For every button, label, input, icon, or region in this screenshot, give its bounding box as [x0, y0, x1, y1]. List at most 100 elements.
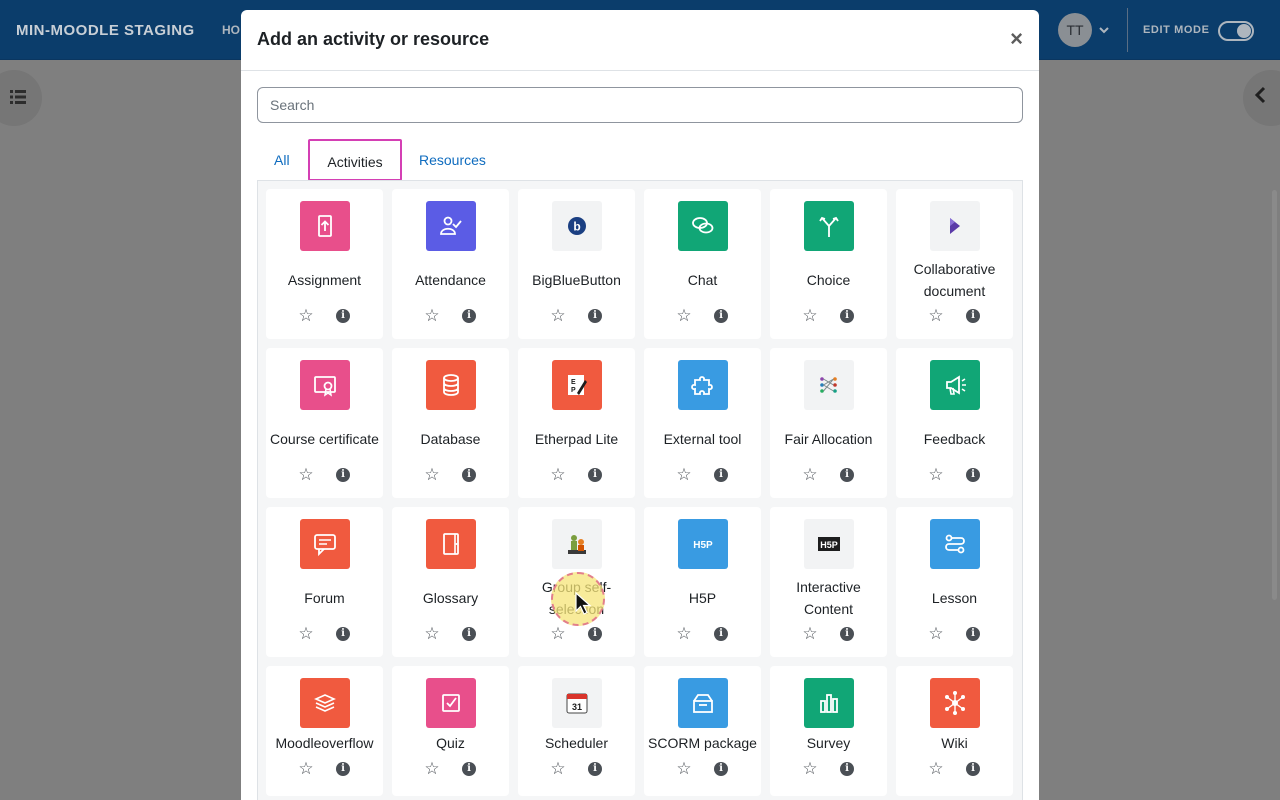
info-icon[interactable]: i — [714, 762, 728, 776]
close-icon[interactable]: × — [1010, 28, 1023, 50]
course-index-drawer-button[interactable] — [0, 70, 42, 126]
star-icon[interactable]: ☆ — [549, 625, 567, 643]
activity-card[interactable]: Forum ☆ i — [266, 507, 383, 657]
activity-card[interactable]: b BigBlueButton ☆ i — [518, 189, 635, 339]
activity-card[interactable]: External tool ☆ i — [644, 348, 761, 498]
activity-card[interactable]: Attendance ☆ i — [392, 189, 509, 339]
star-icon[interactable]: ☆ — [801, 466, 819, 484]
star-icon[interactable]: ☆ — [801, 625, 819, 643]
info-icon[interactable]: i — [588, 627, 602, 641]
activity-card[interactable]: Fair Allocation ☆ i — [770, 348, 887, 498]
info-icon[interactable]: i — [966, 309, 980, 323]
info-icon[interactable]: i — [840, 468, 854, 482]
activity-card[interactable]: Database ☆ i — [392, 348, 509, 498]
chevron-left-icon — [1253, 84, 1267, 110]
h5p-dark-icon: H5P — [804, 519, 854, 569]
activity-card[interactable]: Feedback ☆ i — [896, 348, 1013, 498]
star-icon[interactable]: ☆ — [297, 625, 315, 643]
activity-label: Chat — [687, 272, 718, 288]
info-icon[interactable]: i — [462, 309, 476, 323]
star-icon[interactable]: ☆ — [675, 760, 693, 778]
tab-all[interactable]: All — [274, 139, 290, 181]
info-icon[interactable]: i — [336, 627, 350, 641]
activity-card[interactable]: SCORM package ☆ i — [644, 666, 761, 796]
activity-card[interactable]: 31 Scheduler ☆ i — [518, 666, 635, 796]
activity-label: Collaborative document — [913, 261, 996, 299]
star-icon[interactable]: ☆ — [549, 466, 567, 484]
star-icon[interactable]: ☆ — [423, 307, 441, 325]
star-icon[interactable]: ☆ — [549, 307, 567, 325]
star-icon[interactable]: ☆ — [675, 625, 693, 643]
info-icon[interactable]: i — [588, 309, 602, 323]
star-icon[interactable]: ☆ — [423, 760, 441, 778]
info-icon[interactable]: i — [840, 627, 854, 641]
list-icon — [10, 90, 26, 109]
star-icon[interactable]: ☆ — [297, 307, 315, 325]
info-icon[interactable]: i — [336, 309, 350, 323]
activity-label: Lesson — [931, 590, 978, 606]
activity-card[interactable]: Quiz ☆ i — [392, 666, 509, 796]
activity-card[interactable]: Chat ☆ i — [644, 189, 761, 339]
activity-card[interactable]: Choice ☆ i — [770, 189, 887, 339]
star-icon[interactable]: ☆ — [423, 466, 441, 484]
star-icon[interactable]: ☆ — [927, 307, 945, 325]
info-icon[interactable]: i — [966, 762, 980, 776]
activity-card[interactable]: H5P H5P ☆ i — [644, 507, 761, 657]
activity-label: Database — [420, 431, 481, 447]
activity-actions: ☆ i — [896, 307, 1013, 327]
activity-card[interactable]: Collaborative document ☆ i — [896, 189, 1013, 339]
info-icon[interactable]: i — [840, 762, 854, 776]
info-icon[interactable]: i — [336, 762, 350, 776]
megaphone-icon — [930, 360, 980, 410]
site-brand[interactable]: MIN-MOODLE STAGING — [16, 22, 195, 39]
star-icon[interactable]: ☆ — [297, 760, 315, 778]
page-scrollbar[interactable] — [1272, 190, 1277, 600]
star-icon[interactable]: ☆ — [297, 466, 315, 484]
nav-home-link[interactable]: HO — [222, 23, 240, 37]
activity-label: Assignment — [287, 272, 362, 288]
h5p-icon: H5P — [678, 519, 728, 569]
activity-card[interactable]: Wiki ☆ i — [896, 666, 1013, 796]
activity-card[interactable]: H5P Interactive Content ☆ i — [770, 507, 887, 657]
info-icon[interactable]: i — [588, 762, 602, 776]
activity-actions: ☆ i — [644, 307, 761, 327]
activity-card[interactable]: Moodleoverflow ☆ i — [266, 666, 383, 796]
info-icon[interactable]: i — [462, 762, 476, 776]
star-icon[interactable]: ☆ — [801, 307, 819, 325]
star-icon[interactable]: ☆ — [801, 760, 819, 778]
star-icon[interactable]: ☆ — [675, 307, 693, 325]
info-icon[interactable]: i — [966, 468, 980, 482]
info-icon[interactable]: i — [336, 468, 350, 482]
bigbluebutton-icon: b — [552, 201, 602, 251]
chevron-down-icon[interactable] — [1098, 24, 1110, 36]
activity-actions: ☆ i — [770, 760, 887, 780]
activity-actions: ☆ i — [518, 307, 635, 327]
info-icon[interactable]: i — [714, 627, 728, 641]
activity-label: Feedback — [923, 431, 986, 447]
edit-mode-toggle[interactable] — [1218, 21, 1254, 41]
tab-resources[interactable]: Resources — [419, 139, 486, 181]
star-icon[interactable]: ☆ — [927, 625, 945, 643]
info-icon[interactable]: i — [588, 468, 602, 482]
activity-card[interactable]: Course certificate ☆ i — [266, 348, 383, 498]
user-avatar[interactable]: TT — [1058, 13, 1092, 47]
tab-activities[interactable]: Activities — [308, 139, 402, 181]
search-input[interactable] — [257, 87, 1023, 123]
activity-card[interactable]: Glossary ☆ i — [392, 507, 509, 657]
info-icon[interactable]: i — [714, 468, 728, 482]
activity-card[interactable]: Lesson ☆ i — [896, 507, 1013, 657]
info-icon[interactable]: i — [462, 468, 476, 482]
info-icon[interactable]: i — [840, 309, 854, 323]
info-icon[interactable]: i — [714, 309, 728, 323]
block-drawer-button[interactable] — [1243, 70, 1280, 126]
star-icon[interactable]: ☆ — [549, 760, 567, 778]
star-icon[interactable]: ☆ — [675, 466, 693, 484]
info-icon[interactable]: i — [462, 627, 476, 641]
info-icon[interactable]: i — [966, 627, 980, 641]
star-icon[interactable]: ☆ — [927, 760, 945, 778]
star-icon[interactable]: ☆ — [927, 466, 945, 484]
star-icon[interactable]: ☆ — [423, 625, 441, 643]
activity-card[interactable]: Survey ☆ i — [770, 666, 887, 796]
activity-card[interactable]: Assignment ☆ i — [266, 189, 383, 339]
activity-card[interactable]: E P Etherpad Lite ☆ i — [518, 348, 635, 498]
